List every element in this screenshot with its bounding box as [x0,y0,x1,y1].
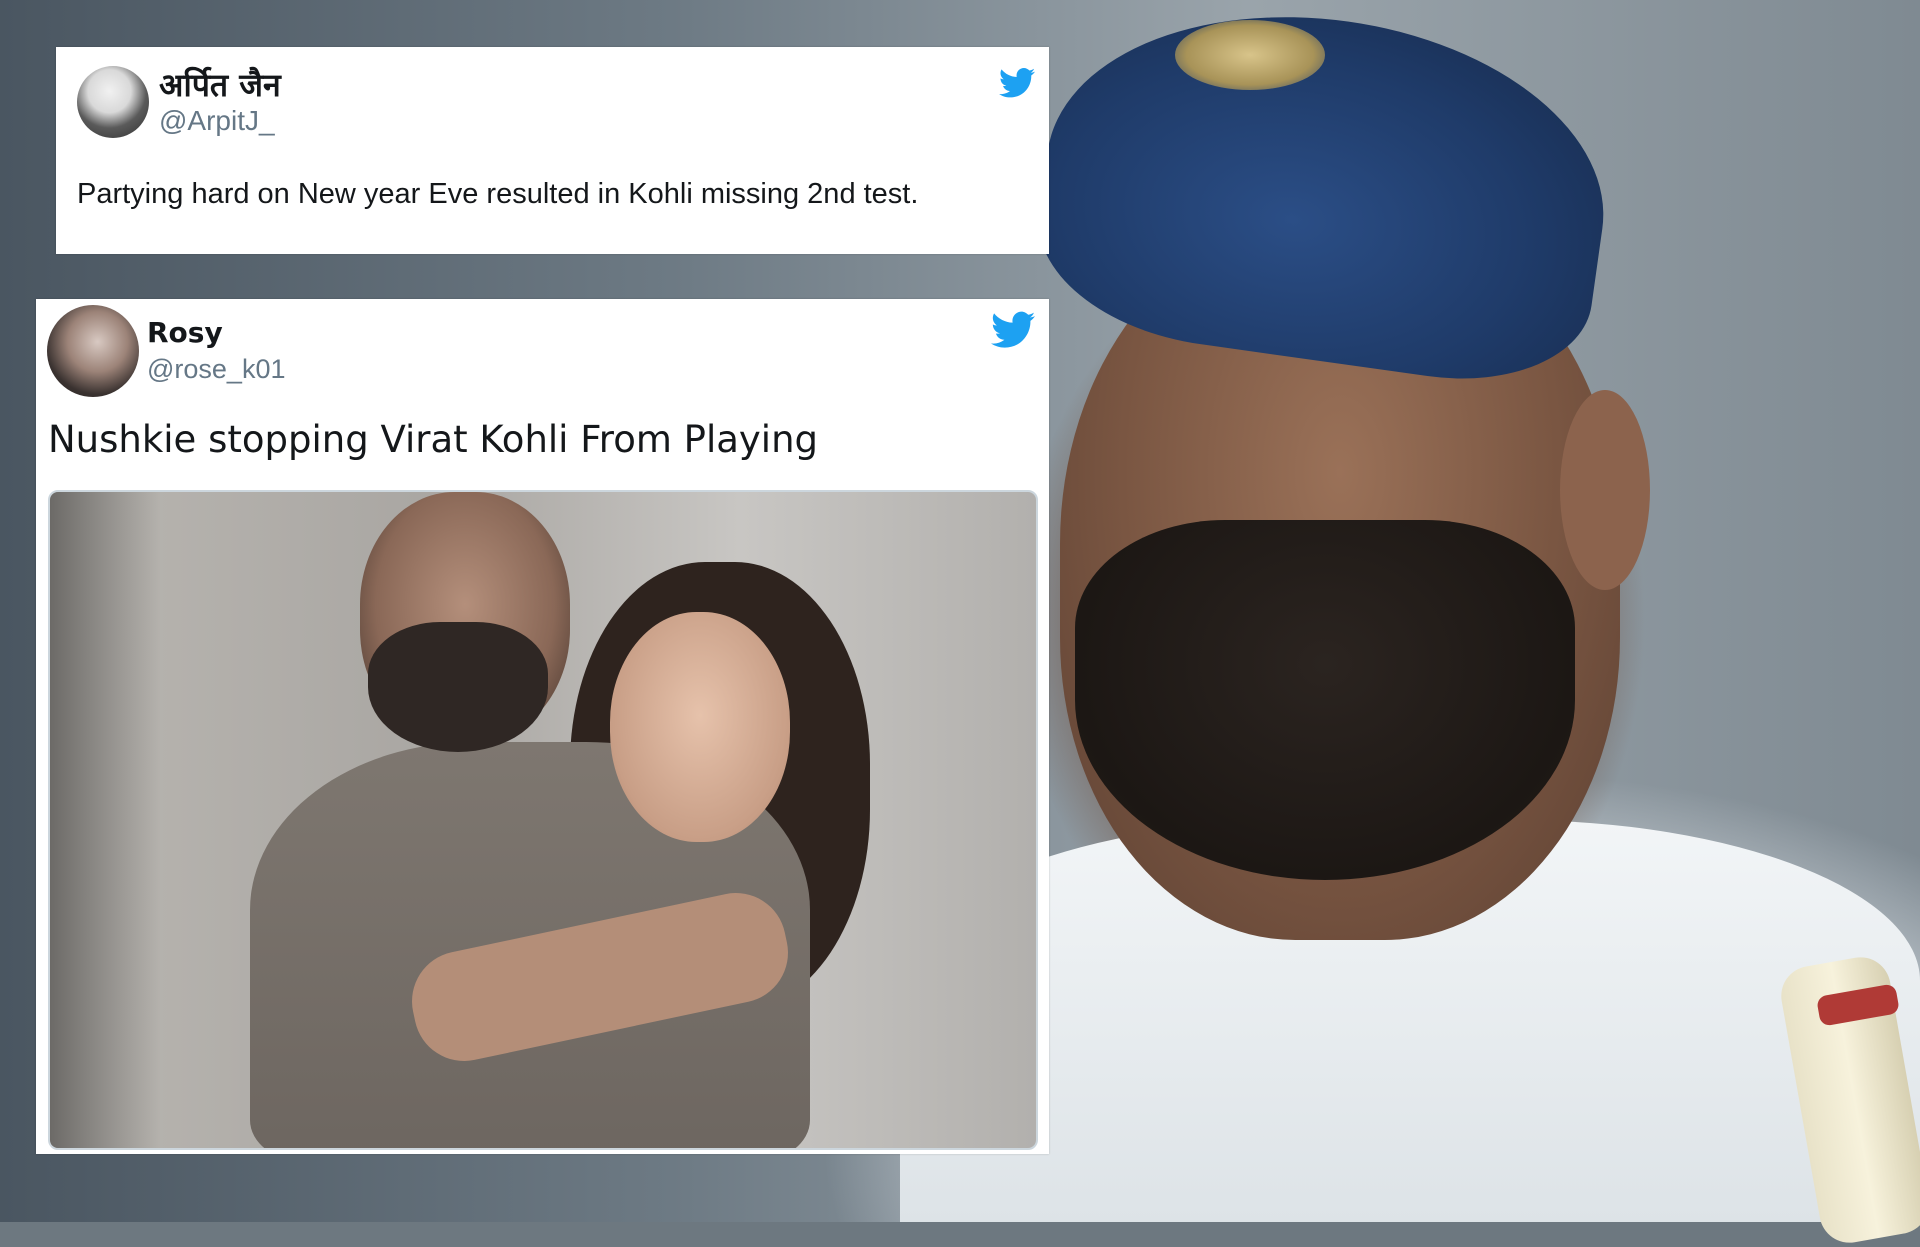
tweet-text: Partying hard on New year Eve resulted i… [77,178,919,210]
tweet-author-name[interactable]: Rosy [147,316,223,349]
tweet-author-name[interactable]: अर्पित जैन [159,63,281,106]
media-woman-face [610,612,790,842]
avatar[interactable] [77,66,149,138]
media-shadow [50,492,160,1148]
tweet-media-image[interactable] [48,490,1038,1150]
twitter-bird-icon[interactable] [991,311,1035,349]
background-player-beard [1075,520,1575,880]
tweet-text: Nushkie stopping Virat Kohli From Playin… [48,418,819,461]
twitter-bird-icon[interactable] [999,68,1035,98]
tweet-card[interactable]: Rosy @rose_k01 Nushkie stopping Virat Ko… [36,299,1049,1154]
background-player-ear [1560,390,1650,590]
media-man-beard [368,622,548,752]
background-cap-logo [1175,20,1325,90]
avatar[interactable] [47,305,139,397]
tweet-author-handle[interactable]: @rose_k01 [147,354,285,385]
tweet-card[interactable]: अर्पित जैन @ArpitJ_ Partying hard on New… [56,47,1049,254]
tweet-author-handle[interactable]: @ArpitJ_ [159,105,275,137]
